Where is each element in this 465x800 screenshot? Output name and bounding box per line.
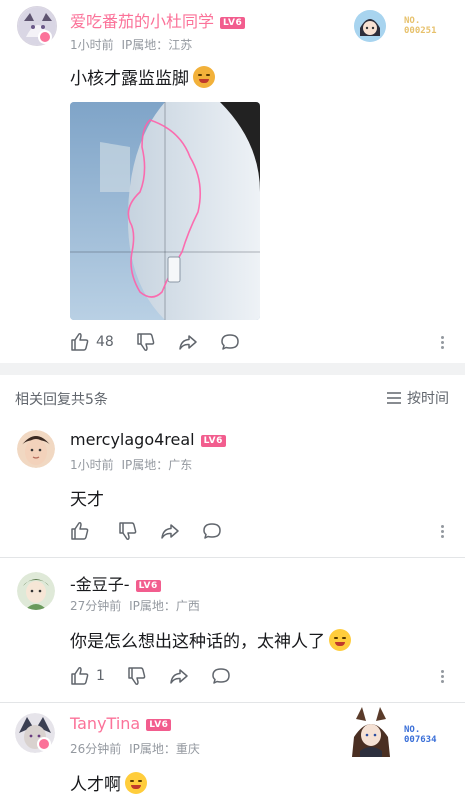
doge-emoji-icon (193, 66, 215, 88)
comment-text: 小核才露监监脚 (70, 64, 215, 89)
avatar-badge (37, 737, 51, 751)
level-badge: LV6 (146, 719, 172, 731)
comment-meta: 1小时前 IP属地：江苏 (70, 36, 192, 53)
share-icon (170, 669, 188, 684)
comment-actions (70, 521, 244, 541)
share-icon (179, 335, 197, 350)
comment-time: 26分钟前 (70, 742, 122, 756)
more-options-icon[interactable] (441, 668, 445, 685)
fan-badge-character[interactable] (346, 707, 396, 757)
dislike-button[interactable] (136, 332, 156, 352)
reply-button[interactable] (220, 332, 240, 352)
thumbs-up-icon (71, 333, 89, 351)
username-text[interactable]: mercylago4real (70, 430, 195, 449)
comment-meta: 26分钟前 IP属地：重庆 (70, 740, 200, 757)
thumbs-up-icon (71, 667, 89, 685)
comment-time: 27分钟前 (70, 599, 122, 613)
reply-item: mercylago4real LV6 1小时前 IP属地：广东 天才 (0, 419, 465, 557)
share-icon (161, 524, 179, 539)
like-button[interactable]: 1 (70, 666, 105, 686)
dislike-button[interactable] (127, 666, 147, 686)
more-options-icon[interactable] (441, 523, 445, 540)
level-badge: LV6 (135, 580, 161, 592)
comment-text-content: 你是怎么想出这种话的，太神人了 (70, 632, 325, 652)
comment-text: 天才 (70, 490, 104, 510)
like-count: 1 (96, 668, 105, 684)
username[interactable]: 爱吃番茄的小杜同学 LV6 (70, 8, 246, 32)
comment-text-content: 小核才露监监脚 (70, 69, 189, 89)
thumbs-down-icon (128, 667, 146, 685)
username[interactable]: -金豆子- LV6 (70, 571, 161, 595)
ip-location: IP属地：广东 (121, 458, 193, 472)
laugh-cry-emoji-icon (125, 772, 147, 794)
fan-number: NO. 007634 (404, 725, 437, 745)
comment-image[interactable] (70, 102, 260, 320)
ip-location: IP属地：重庆 (129, 742, 200, 756)
thumbs-up-icon (71, 522, 89, 540)
like-count: 48 (96, 334, 114, 350)
share-button[interactable] (169, 666, 189, 686)
replies-header: 相关回复共5条 按时间 (0, 375, 465, 419)
reply-item: TanyTina LV6 26分钟前 IP属地：重庆 NO. 007634 人才啊 (0, 703, 465, 800)
reply-button[interactable] (211, 666, 231, 686)
comment-time: 1小时前 (70, 38, 114, 52)
sort-label: 按时间 (407, 391, 449, 407)
laugh-cry-emoji-icon (329, 629, 351, 651)
comment-text: 人才啊 (70, 770, 147, 795)
sort-toggle[interactable]: 按时间 (387, 388, 449, 408)
more-options-icon[interactable] (441, 334, 445, 351)
fan-avatar-badge[interactable] (354, 10, 386, 42)
share-button[interactable] (160, 521, 180, 541)
avatar[interactable] (17, 430, 55, 468)
username[interactable]: mercylago4real LV6 (70, 430, 226, 449)
speech-bubble-icon (221, 334, 239, 350)
comment-text: 你是怎么想出这种话的，太神人了 (70, 627, 351, 652)
comment-time: 1小时前 (70, 458, 114, 472)
section-divider (0, 363, 465, 375)
main-comment: 爱吃番茄的小杜同学 LV6 1小时前 IP属地：江苏 NO. 000251 小核才… (0, 0, 465, 363)
comment-meta: 27分钟前 IP属地：广西 (70, 597, 200, 614)
comment-actions: 48 (70, 332, 262, 352)
level-badge: LV6 (220, 17, 246, 29)
like-button[interactable] (70, 521, 96, 541)
avatar[interactable] (17, 572, 55, 610)
comment-actions: 1 (70, 666, 253, 686)
share-button[interactable] (178, 332, 198, 352)
like-button[interactable]: 48 (70, 332, 114, 352)
fan-number: NO. 000251 (404, 16, 437, 36)
thumbs-down-icon (119, 522, 137, 540)
reply-item: -金豆子- LV6 27分钟前 IP属地：广西 你是怎么想出这种话的，太神人了 1 (0, 558, 465, 702)
ip-location: IP属地：江苏 (121, 38, 193, 52)
sort-lines-icon (387, 392, 401, 404)
username-text[interactable]: 爱吃番茄的小杜同学 (70, 12, 214, 31)
thumbs-down-icon (137, 333, 155, 351)
comment-meta: 1小时前 IP属地：广东 (70, 456, 192, 473)
speech-bubble-icon (212, 668, 230, 684)
username[interactable]: TanyTina LV6 (70, 714, 172, 733)
speech-bubble-icon (203, 523, 221, 539)
dislike-button[interactable] (118, 521, 138, 541)
reply-button[interactable] (202, 521, 222, 541)
ip-location: IP属地：广西 (129, 599, 200, 613)
avatar-badge (38, 30, 52, 44)
username-text[interactable]: TanyTina (70, 714, 140, 733)
comment-text-content: 人才啊 (70, 775, 121, 795)
username-text[interactable]: -金豆子- (70, 575, 130, 594)
level-badge: LV6 (200, 435, 226, 447)
reply-count: 相关回复共5条 (15, 392, 108, 408)
